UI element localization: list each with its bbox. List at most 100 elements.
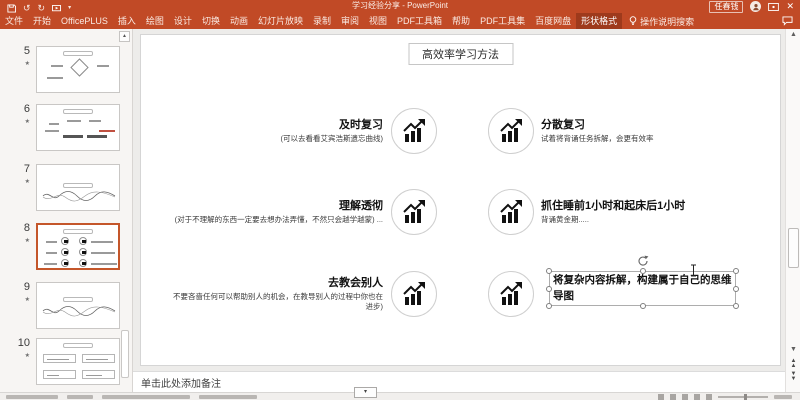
zoom-percent[interactable]	[774, 395, 792, 399]
slide-number: 5	[24, 45, 30, 57]
notes-placeholder: 单击此处添加备注	[141, 375, 221, 390]
item-desc: 不要吝啬任何可以帮助别人的机会，在教导别人的过程中你也在进步)	[171, 292, 383, 312]
animation-star-icon: ★	[8, 116, 30, 128]
item-golden-hours[interactable]: 抓住睡前1小时和起床后1小时 背诵黄金期.....	[541, 189, 759, 235]
customize-qat-dropdown-icon[interactable]: ▾	[68, 3, 71, 13]
redo-icon[interactable]: ↻	[38, 3, 46, 13]
slide-7-thumbnail[interactable]	[36, 164, 120, 211]
chart-circle-shape[interactable]	[391, 108, 437, 154]
resize-handle-nw[interactable]	[546, 268, 552, 274]
slide-number: 10	[18, 337, 30, 349]
resize-handle-sw[interactable]	[546, 303, 552, 309]
tab-officeplus[interactable]: OfficePLUS	[56, 13, 113, 29]
notes-pane[interactable]: 单击此处添加备注	[133, 371, 785, 392]
tab-shape-format[interactable]: 形状格式	[576, 13, 622, 29]
main-scrollbar: ▲ ▼ ▲▲ ▼▼	[785, 29, 800, 392]
tab-insert[interactable]: 插入	[113, 13, 141, 29]
previous-slide-button[interactable]: ▲▲	[786, 359, 800, 369]
signed-in-user[interactable]: 任春钱	[709, 1, 743, 13]
ribbon-tab-strip: 文件 开始 OfficePLUS 插入 绘图 设计 切换 动画 幻灯片放映 录制…	[0, 13, 800, 29]
notes-splitter-dropdown-button[interactable]: ▾	[354, 387, 377, 398]
growth-chart-icon	[498, 199, 524, 225]
tab-record[interactable]: 录制	[308, 13, 336, 29]
tab-pdf-toolbox[interactable]: PDF工具箱	[392, 13, 447, 29]
chart-circle-shape[interactable]	[488, 271, 534, 317]
slide-10-thumbnail[interactable]	[36, 338, 120, 385]
slideshow-view-button[interactable]	[706, 394, 712, 400]
item-desc: (可以去看看艾宾浩斯遗忘曲线)	[281, 134, 384, 144]
item-title: 及时复习	[339, 118, 383, 132]
resize-handle-ne[interactable]	[733, 268, 739, 274]
chart-circle-shape[interactable]	[391, 271, 437, 317]
item-thorough-understanding[interactable]: 理解透彻 (对于不理解的东西一定要去想办法弄懂，不然只会越学越蒙) ...	[171, 189, 383, 235]
close-window-button[interactable]: ✕	[786, 1, 794, 12]
tab-review[interactable]: 审阅	[336, 13, 364, 29]
animation-star-icon: ★	[8, 294, 30, 306]
resize-handle-se[interactable]	[733, 303, 739, 309]
item-desc: (对于不理解的东西一定要去想办法弄懂，不然只会越学越蒙) ...	[175, 215, 383, 225]
user-avatar[interactable]	[750, 1, 761, 12]
comments-icon[interactable]	[782, 16, 793, 26]
growth-chart-icon	[498, 118, 524, 144]
item-timely-review[interactable]: 及时复习 (可以去看看艾宾浩斯遗忘曲线)	[171, 108, 383, 154]
tell-me-search[interactable]: 操作说明搜索	[629, 15, 694, 28]
start-slideshow-icon[interactable]	[52, 5, 61, 13]
slide-9-thumbnail[interactable]	[36, 282, 120, 329]
tab-help[interactable]: 帮助	[447, 13, 475, 29]
window-title: 学习经验分享 - PowerPoint	[352, 0, 448, 11]
tab-transitions[interactable]: 切换	[197, 13, 225, 29]
tab-draw[interactable]: 绘图	[141, 13, 169, 29]
titlebar: ↺ ↻ ▾ 学习经验分享 - PowerPoint 任春钱 ✕	[0, 0, 800, 13]
thumbnail-scroll-up-button[interactable]: ▲	[119, 31, 130, 42]
chart-circle-shape[interactable]	[488, 108, 534, 154]
tab-file[interactable]: 文件	[0, 13, 28, 29]
item-distributed-review[interactable]: 分散复习 试着将背诵任务拆解，会更有效率	[541, 108, 759, 154]
tell-me-label: 操作说明搜索	[640, 15, 694, 28]
slide-8-thumbnail-selected[interactable]	[36, 223, 120, 270]
growth-chart-icon	[401, 118, 427, 144]
tab-home[interactable]: 开始	[28, 13, 56, 29]
tab-animations[interactable]: 动画	[225, 13, 253, 29]
normal-view-button[interactable]	[670, 394, 676, 400]
animation-star-icon: ★	[8, 350, 30, 362]
resize-handle-w[interactable]	[546, 286, 552, 292]
slide-6-thumbnail[interactable]	[36, 104, 120, 151]
selected-textbox-mindmap[interactable]: 将复杂内容拆解，构建属于自己的思维导图	[549, 271, 736, 306]
resize-handle-e[interactable]	[733, 286, 739, 292]
rotate-handle-icon[interactable]	[637, 255, 649, 267]
item-desc: 背诵黄金期.....	[541, 215, 589, 225]
slide-5-thumbnail[interactable]	[36, 46, 120, 93]
item-title: 理解透彻	[339, 199, 383, 213]
tab-slideshow[interactable]: 幻灯片放映	[253, 13, 308, 29]
notes-toggle-button[interactable]	[658, 394, 664, 400]
scrollbar-thumb[interactable]	[788, 228, 799, 268]
thumbnail-scrollbar-thumb[interactable]	[121, 330, 129, 378]
tab-view[interactable]: 视图	[364, 13, 392, 29]
zoom-slider[interactable]	[718, 396, 768, 398]
tab-pdf-tools[interactable]: PDF工具集	[475, 13, 530, 29]
resize-handle-n[interactable]	[640, 268, 646, 274]
slide-canvas[interactable]: 高效率学习方法 及时复习 (可以去看看艾宾浩斯遗忘曲线) 分散复习 试着将背诵任…	[140, 34, 781, 366]
save-icon[interactable]	[7, 4, 16, 13]
zoom-knob[interactable]	[744, 394, 747, 400]
resize-handle-s[interactable]	[640, 303, 646, 309]
item-teach-others[interactable]: 去教会别人 不要吝啬任何可以帮助别人的机会，在教导别人的过程中你也在进步)	[171, 271, 383, 317]
scroll-up-button[interactable]: ▲	[786, 31, 800, 38]
slide-sorter-view-button[interactable]	[682, 394, 688, 400]
growth-chart-icon	[401, 281, 427, 307]
lightbulb-icon	[629, 16, 637, 26]
tab-design[interactable]: 设计	[169, 13, 197, 29]
undo-icon[interactable]: ↺	[23, 3, 31, 13]
text-cursor-icon	[689, 264, 698, 277]
chart-circle-shape[interactable]	[488, 189, 534, 235]
chart-circle-shape[interactable]	[391, 189, 437, 235]
item-title: 去教会别人	[328, 276, 383, 290]
next-slide-button[interactable]: ▼▼	[786, 372, 800, 382]
slide-title-box[interactable]: 高效率学习方法	[408, 43, 513, 65]
tab-baidu-netdisk[interactable]: 百度网盘	[530, 13, 576, 29]
textbox-text: 将复杂内容拆解，构建属于自己的思维导图	[553, 274, 732, 302]
present-online-icon[interactable]	[768, 3, 779, 11]
reading-view-button[interactable]	[694, 394, 700, 400]
scroll-down-button[interactable]: ▼	[786, 346, 800, 353]
slide-number: 9	[24, 281, 30, 293]
